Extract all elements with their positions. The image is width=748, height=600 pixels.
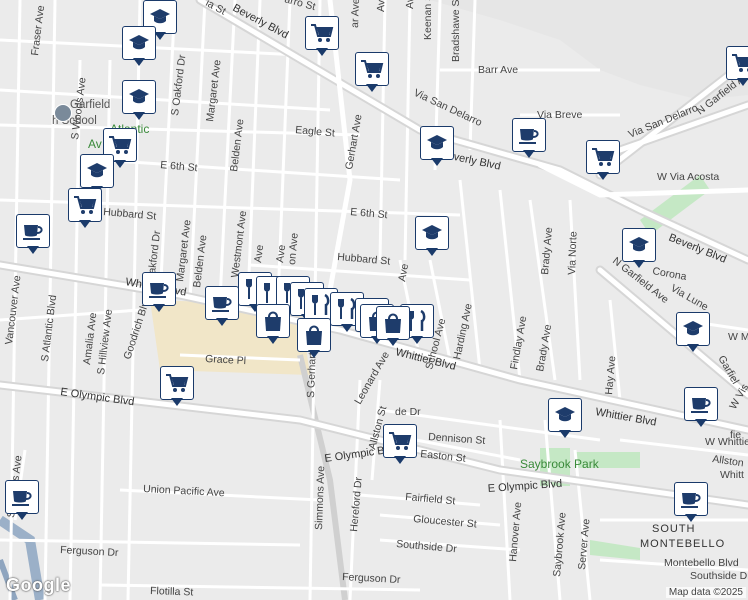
street-label: de Dr [395,406,421,418]
street-label: Whitt [720,469,744,481]
grocery-marker[interactable] [68,188,104,232]
street-label: ar Ave [349,0,362,28]
street-label: W M [728,331,748,343]
shopping-cart-icon [383,424,417,458]
street-label: Simmons Ave [313,466,327,531]
street-label: Ave [404,0,417,9]
coffee-cup-icon [16,214,50,248]
shopping-cart-icon [586,140,620,174]
map-canvas[interactable]: Beverly Blvd Beverly Blvd Beverly Blvd W… [0,0,748,600]
street-label: Montebello Blvd [664,557,739,569]
store-marker[interactable] [256,304,292,348]
school-marker[interactable] [122,80,158,124]
google-logo: Google [6,575,71,595]
street-label: Ave [252,244,266,263]
street-label: Barr Ave [478,64,518,76]
school-pin-icon[interactable] [54,104,72,122]
shopping-bag-icon [376,306,410,340]
cafe-marker[interactable] [205,286,241,330]
school-label-1: Garfield [70,99,110,111]
grocery-marker[interactable] [160,366,196,410]
street-label: W Whittier [705,436,748,448]
street-label: W Via Acosta [657,171,719,183]
cafe-marker[interactable] [684,387,720,431]
shopping-cart-icon [68,188,102,222]
city-label-2: MONTEBELLO [640,538,725,550]
coffee-cup-icon [512,118,546,152]
coffee-cup-icon [142,272,176,306]
street-label: Southside Dr [690,570,748,582]
school-marker[interactable] [622,228,658,272]
grocery-marker[interactable] [383,424,419,468]
school-marker[interactable] [548,398,584,442]
school-icon [420,126,454,160]
school-icon [548,398,582,432]
shopping-bag-icon [297,318,331,352]
map-attribution[interactable]: Map data ©2025 [665,587,746,598]
grocery-marker[interactable] [726,46,748,90]
coffee-cup-icon [205,286,239,320]
school-icon [122,80,156,114]
cafe-marker[interactable] [512,118,548,162]
street-label: Via Norte [566,231,580,275]
cafe-marker[interactable] [16,214,52,258]
school-marker[interactable] [122,26,158,70]
school-icon [622,228,656,262]
store-marker[interactable] [376,306,412,350]
cafe-marker[interactable] [5,480,41,524]
shopping-bag-icon [256,304,290,338]
cafe-marker[interactable] [142,272,178,316]
cafe-marker[interactable] [674,482,710,526]
shopping-cart-icon [305,16,339,50]
school-marker[interactable] [415,216,451,260]
street-label: Flotilla St [150,585,194,599]
school-marker[interactable] [676,312,712,356]
school-icon [676,312,710,346]
grocery-marker[interactable] [586,140,622,184]
coffee-cup-icon [684,387,718,421]
shopping-cart-icon [355,52,389,86]
school-icon [122,26,156,60]
street-label: Bradshawe St [450,0,462,62]
saybrook-park-label: Saybrook Park [520,457,600,471]
coffee-cup-icon [674,482,708,516]
shopping-cart-icon [160,366,194,400]
street-label: Ave [375,0,388,12]
coffee-cup-icon [5,480,39,514]
school-icon [415,216,449,250]
store-marker[interactable] [297,318,333,362]
street-label: Grace Pl [205,353,246,367]
grocery-marker[interactable] [305,16,341,60]
shopping-cart-icon [726,46,748,80]
school-icon [80,154,114,188]
street-label: Ave [274,244,288,263]
street-label: Keenan St [422,0,434,40]
school-marker[interactable] [420,126,456,170]
grocery-marker[interactable] [355,52,391,96]
